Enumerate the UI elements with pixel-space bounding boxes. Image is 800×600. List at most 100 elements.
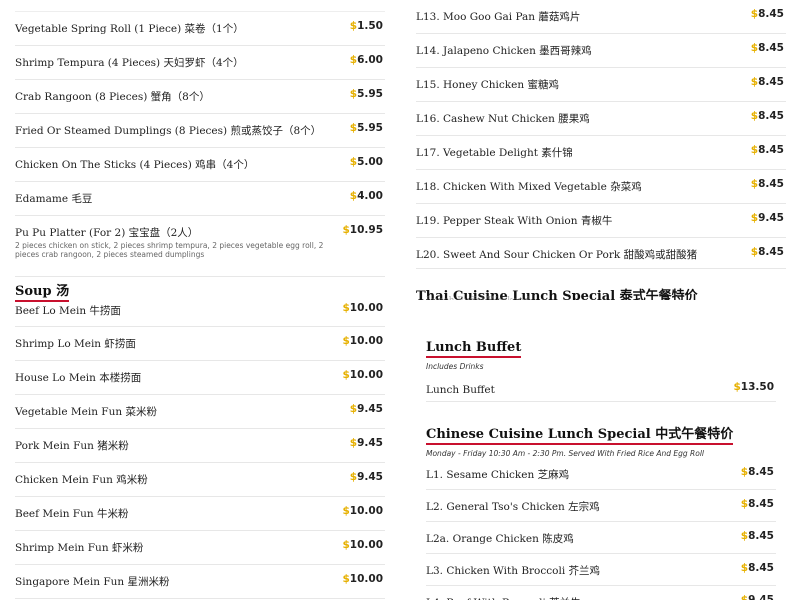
- price-value: 10.00: [349, 369, 383, 381]
- price-value: 8.45: [758, 76, 784, 88]
- menu-item[interactable]: Pork Mein Fun 猪米粉 $9.45: [15, 429, 385, 463]
- dollar-sign: $: [349, 403, 358, 415]
- menu-item[interactable]: L2a. Orange Chicken 陈皮鸡 $8.45: [426, 522, 776, 554]
- menu-item-name: L16. Cashew Nut Chicken 腰果鸡: [416, 113, 590, 125]
- dollar-sign: $: [349, 156, 358, 168]
- menu-item[interactable]: L14. Jalapeno Chicken 墨西哥辣鸡 $8.45: [416, 34, 786, 68]
- menu-item-price: $8.45: [741, 466, 774, 478]
- menu-item[interactable]: L16. Cashew Nut Chicken 腰果鸡 $8.45: [416, 102, 786, 136]
- menu-item[interactable]: L18. Chicken With Mixed Vegetable 杂菜鸡 $8.…: [416, 170, 786, 204]
- menu-item-price: $10.00: [342, 539, 383, 551]
- menu-item[interactable]: Shrimp Lo Mein 虾捞面 $10.00: [15, 327, 385, 361]
- menu-item[interactable]: Beef Mein Fun 牛米粉 $10.00: [15, 497, 385, 531]
- menu-item-price: $5.00: [350, 156, 383, 168]
- menu-page: Vegetable Spring Roll (1 Piece) 菜卷（1个） $1…: [0, 0, 800, 600]
- menu-item[interactable]: Crab Rangoon (8 Pieces) 蟹角（8个） $5.95: [15, 80, 385, 114]
- price-value: 5.00: [357, 156, 383, 168]
- menu-item-name: Chicken On The Sticks (4 Pieces) 鸡串（4个）: [15, 159, 255, 171]
- menu-item-name: L2a. Orange Chicken 陈皮鸡: [426, 533, 574, 545]
- menu-item-price: $8.45: [751, 110, 784, 122]
- menu-item[interactable]: L19. Pepper Steak With Onion 青椒牛 $9.45: [416, 204, 786, 238]
- menu-item[interactable]: House Lo Mein 本楼捞面 $10.00: [15, 361, 385, 395]
- price-value: 8.45: [748, 466, 774, 478]
- dollar-sign: $: [342, 573, 350, 585]
- menu-item-price: $8.45: [751, 246, 784, 258]
- dollar-sign: $: [349, 437, 358, 449]
- menu-item[interactable]: Vegetable Spring Roll (1 Piece) 菜卷（1个） $1…: [15, 12, 385, 46]
- menu-item-name: L3. Chicken With Broccoli 芥兰鸡: [426, 565, 601, 577]
- menu-item[interactable]: L20. Sweet And Sour Chicken Or Pork 甜酸鸡或…: [416, 238, 786, 269]
- menu-item-price: $1.50: [350, 20, 383, 32]
- menu-item[interactable]: Pu Pu Platter (For 2) 宝宝盘（2人） $10.95 2 pie…: [15, 216, 385, 277]
- dollar-sign: $: [750, 246, 759, 258]
- menu-item-name: Fried Or Steamed Dumplings (8 Pieces) 煎或…: [15, 125, 322, 137]
- price-value: 8.45: [758, 178, 784, 190]
- appetizer-list: Vegetable Spring Roll (1 Piece) 菜卷（1个） $1…: [15, 12, 385, 277]
- menu-item-price: $9.45: [751, 212, 784, 224]
- menu-item-name: Beef Lo Mein 牛捞面: [15, 305, 121, 317]
- menu-item-price: $13.50: [733, 381, 774, 393]
- price-value: 10.00: [349, 335, 383, 347]
- menu-item-name: Vegetable Mein Fun 菜米粉: [15, 406, 157, 418]
- menu-item-name: House Lo Mein 本楼捞面: [15, 372, 142, 384]
- menu-item-price: $8.45: [751, 42, 784, 54]
- menu-item[interactable]: L13. Moo Goo Gai Pan 蘑菇鸡片 $8.45: [416, 0, 786, 34]
- menu-item-name: L2. General Tso's Chicken 左宗鸡: [426, 501, 600, 513]
- dollar-sign: $: [750, 178, 759, 190]
- menu-item[interactable]: Edamame 毛豆 $4.00: [15, 182, 385, 216]
- menu-item[interactable]: L17. Vegetable Delight 素什锦 $8.45: [416, 136, 786, 170]
- dollar-sign: $: [342, 335, 350, 347]
- price-value: 8.45: [758, 8, 784, 20]
- menu-item-price: $10.00: [342, 302, 383, 314]
- section-title-chinese: Chinese Cuisine Lunch Special 中式午餐特价: [426, 423, 734, 445]
- menu-item[interactable]: Chicken On The Sticks (4 Pieces) 鸡串（4个） $…: [15, 148, 385, 182]
- chinese-section: Chinese Cuisine Lunch Special 中式午餐特价 Mon…: [426, 423, 776, 600]
- menu-item[interactable]: L3. Chicken With Broccoli 芥兰鸡 $8.45: [426, 554, 776, 586]
- chinese-list: L1. Sesame Chicken 芝麻鸡 $8.45 L2. General T…: [426, 458, 776, 600]
- menu-item-name: L20. Sweet And Sour Chicken Or Pork 甜酸鸡或…: [416, 249, 698, 261]
- menu-item-name: L17. Vegetable Delight 素什锦: [416, 147, 573, 159]
- price-value: 8.45: [748, 530, 774, 542]
- section-title-buffet: Lunch Buffet: [426, 340, 522, 358]
- menu-item[interactable]: Shrimp Tempura (4 Pieces) 天妇罗虾（4个） $6.00: [15, 46, 385, 80]
- menu-item-price: $8.45: [751, 8, 784, 20]
- price-value: 9.45: [357, 403, 383, 415]
- menu-item-price: $10.00: [342, 505, 383, 517]
- dollar-sign: $: [740, 466, 749, 478]
- menu-item-name: L19. Pepper Steak With Onion 青椒牛: [416, 215, 613, 227]
- menu-item-name: L14. Jalapeno Chicken 墨西哥辣鸡: [416, 45, 592, 57]
- menu-item[interactable]: Vegetable Mein Fun 菜米粉 $9.45: [15, 395, 385, 429]
- menu-item[interactable]: Beef Lo Mein 牛捞面 $10.00: [15, 294, 385, 327]
- menu-item-price: $10.00: [342, 335, 383, 347]
- menu-item[interactable]: L2. General Tso's Chicken 左宗鸡 $8.45: [426, 490, 776, 522]
- menu-item-price: $9.45: [350, 403, 383, 415]
- menu-item-name: L13. Moo Goo Gai Pan 蘑菇鸡片: [416, 11, 581, 23]
- price-value: 10.00: [349, 505, 383, 517]
- dollar-sign: $: [342, 224, 350, 236]
- section-subtitle-buffet: Includes Drinks: [426, 362, 484, 371]
- menu-item-price: $8.45: [741, 530, 774, 542]
- dollar-sign: $: [349, 190, 358, 202]
- menu-item[interactable]: Lunch Buffet $13.50: [426, 371, 776, 402]
- menu-item[interactable]: L15. Honey Chicken 蜜糖鸡 $8.45: [416, 68, 786, 102]
- menu-item-name: L4. Beef With Broccoli 芥兰牛: [426, 586, 776, 600]
- menu-item-name: Crab Rangoon (8 Pieces) 蟹角（8个）: [15, 91, 210, 103]
- buffet-section: Lunch Buffet Includes Drinks Lunch Buffe…: [426, 336, 776, 402]
- dollar-sign: $: [750, 212, 759, 224]
- menu-item[interactable]: Shrimp Mein Fun 虾米粉 $10.00: [15, 531, 385, 565]
- menu-item[interactable]: Chicken Mein Fun 鸡米粉 $9.45: [15, 463, 385, 497]
- menu-item-name: Lunch Buffet: [426, 384, 495, 396]
- menu-item[interactable]: L1. Sesame Chicken 芝麻鸡 $8.45: [426, 458, 776, 490]
- menu-item-name: Shrimp Tempura (4 Pieces) 天妇罗虾（4个）: [15, 57, 244, 69]
- menu-item-price: $10.95: [342, 224, 383, 236]
- menu-item-price: $8.45: [741, 562, 774, 574]
- menu-item-price: $9.45: [741, 594, 774, 600]
- menu-item-price: $8.45: [741, 498, 774, 510]
- menu-item-price: $9.45: [350, 471, 383, 483]
- menu-item[interactable]: Singapore Mein Fun 星洲米粉 $10.00: [15, 565, 385, 599]
- menu-item[interactable]: L4. Beef With Broccoli 芥兰牛$9.45: [426, 586, 776, 600]
- dollar-sign: $: [750, 8, 759, 20]
- price-value: 5.95: [357, 88, 383, 100]
- menu-item[interactable]: Fried Or Steamed Dumplings (8 Pieces) 煎或…: [15, 114, 385, 148]
- dollar-sign: $: [750, 144, 759, 156]
